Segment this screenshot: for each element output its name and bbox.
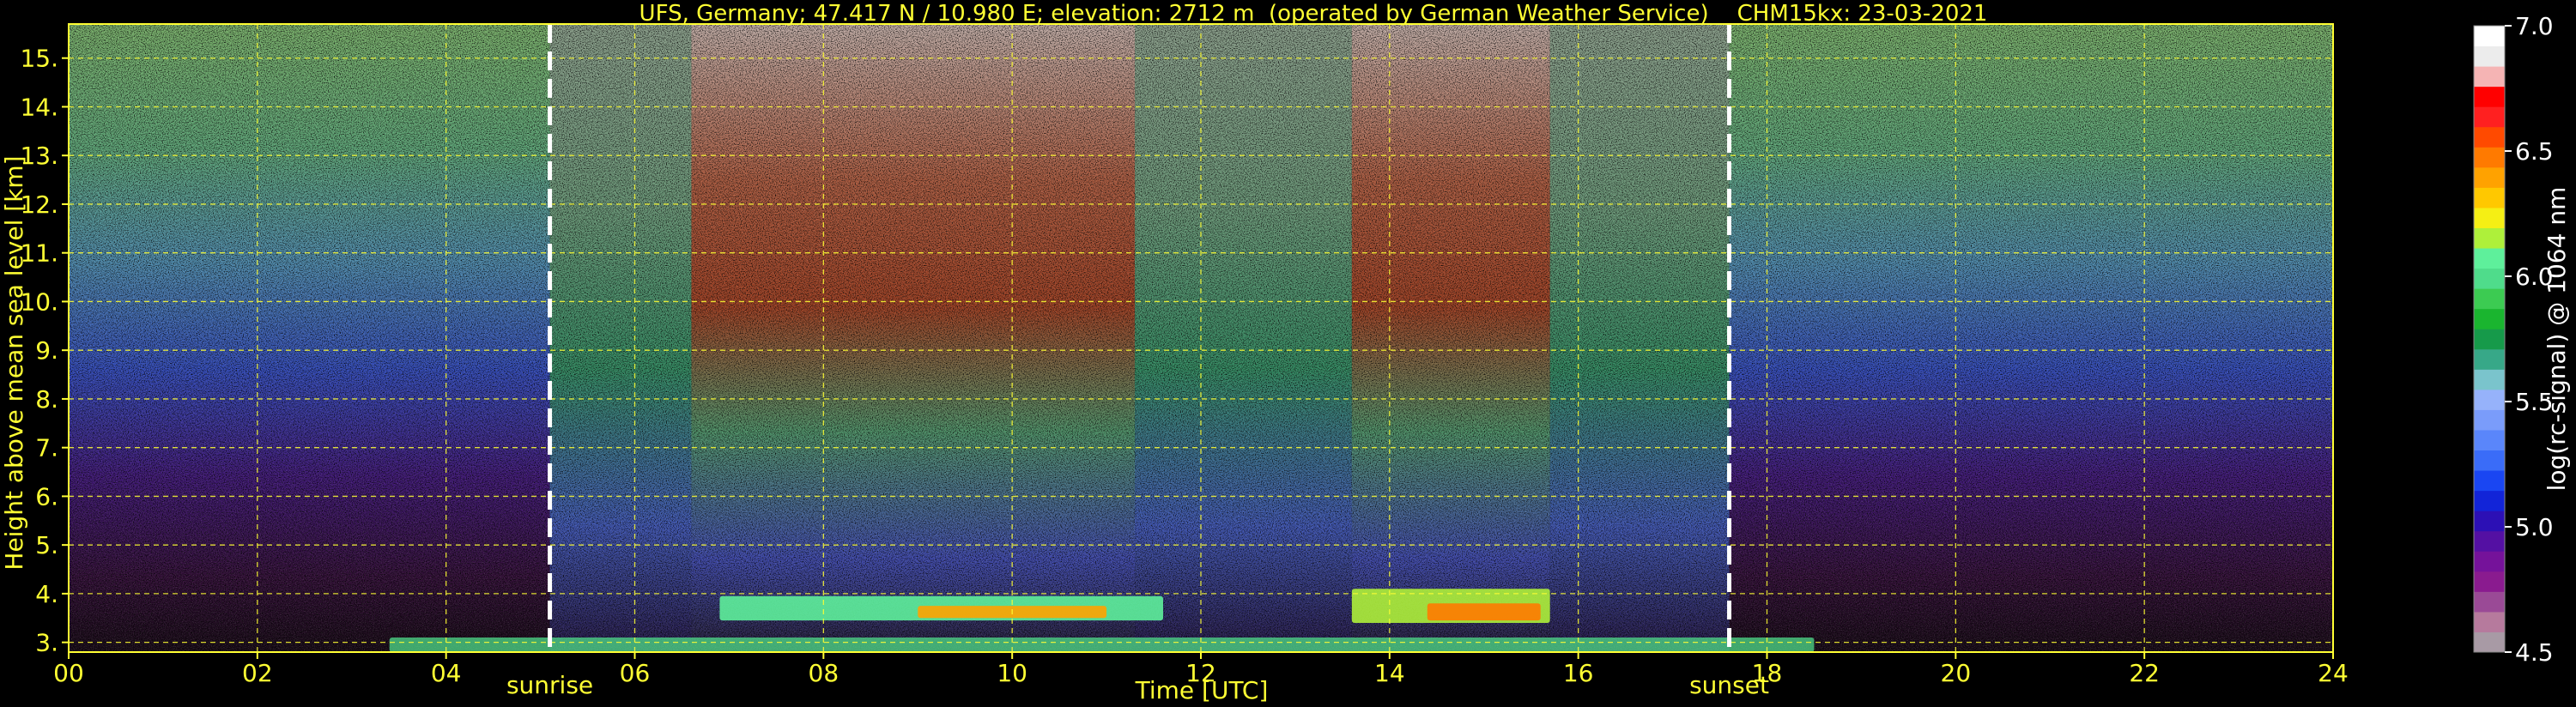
colorbar-cell	[2474, 591, 2505, 613]
chart-title: UFS, Germany; 47.417 N / 10.980 E; eleva…	[639, 1, 1988, 27]
colorbar-cell	[2474, 571, 2505, 592]
colorbar: 4.55.05.56.06.57.0 log(rc-signal) @ 1064…	[2473, 12, 2571, 667]
sunrise-label: sunrise	[506, 671, 593, 699]
colorbar-cell	[2474, 248, 2505, 269]
colorbar-cell	[2474, 227, 2505, 249]
signal-region-cloud_core	[1427, 603, 1541, 621]
y-axis-label: Height above mean sea level [km]	[0, 155, 28, 570]
plot-area: sunrise sunset	[68, 23, 2334, 699]
colorbar-tick-label: 6.5	[2515, 137, 2554, 166]
colorbar-cell	[2474, 166, 2505, 188]
x-tick-label: 24	[2318, 659, 2349, 687]
y-tick-label: 7.	[35, 434, 58, 462]
y-tick-label: 14.	[20, 93, 58, 121]
colorbar-cell	[2474, 429, 2505, 451]
colorbar-cell	[2474, 329, 2505, 350]
colorbar-cell	[2474, 611, 2505, 632]
colorbar-cell	[2474, 268, 2505, 289]
colorbar-cell	[2474, 308, 2505, 329]
x-tick-label: 04	[431, 659, 462, 687]
y-tick-label: 5.	[35, 531, 58, 559]
y-tick-label: 6.	[35, 482, 58, 511]
x-tick-label: 02	[242, 659, 273, 687]
x-axis-label: Time [UTC]	[1135, 676, 1269, 704]
colorbar-tick-label: 5.0	[2515, 513, 2554, 541]
signal-region-boundary_layer	[389, 637, 1815, 652]
x-tick-label: 16	[1563, 659, 1594, 687]
colorbar-cell	[2474, 207, 2505, 228]
colorbar-cell	[2474, 369, 2505, 390]
x-tick-label: 20	[1941, 659, 1972, 687]
y-tick-label: 9.	[35, 336, 58, 365]
colorbar-cell	[2474, 45, 2505, 67]
y-tick-label: 4.	[35, 580, 58, 608]
colorbar-cell	[2474, 631, 2505, 653]
colorbar-label: log(rc-signal) @ 1064 nm	[2543, 187, 2571, 492]
x-tick-label: 18	[1752, 659, 1783, 687]
colorbar-cell	[2474, 490, 2505, 511]
colorbar-tick-label: 7.0	[2515, 12, 2554, 40]
colorbar-cell	[2474, 551, 2505, 572]
colorbar-cell	[2474, 26, 2505, 47]
x-tick-label: 10	[997, 659, 1027, 687]
colorbar-cell	[2474, 106, 2505, 128]
colorbar-cell	[2474, 530, 2505, 552]
x-tick-label: 14	[1374, 659, 1405, 687]
colorbar-cell	[2474, 126, 2505, 148]
colorbar-cell	[2474, 288, 2505, 310]
colorbar-cell	[2474, 389, 2505, 410]
colorbar-cell	[2474, 409, 2505, 431]
colorbar-cell	[2474, 450, 2505, 471]
colorbar-cell	[2474, 470, 2505, 492]
ceilometer-chart: sunrise sunset 00 02 04 06 08 10 12 14 16 18 20 22 24…	[0, 1, 2571, 704]
x-tick-label: 22	[2129, 659, 2160, 687]
colorbar-tick-label: 4.5	[2515, 638, 2554, 667]
colorbar-cell	[2474, 66, 2505, 88]
colorbar-cell	[2474, 86, 2505, 107]
colorbar-cell	[2474, 348, 2505, 370]
x-tick-label: 08	[809, 659, 839, 687]
y-tick-label: 15.	[20, 45, 58, 73]
y-tick-label: 3.	[35, 629, 58, 657]
colorbar-cell	[2474, 147, 2505, 168]
colorbar-cell	[2474, 187, 2505, 208]
y-tick-label: 8.	[35, 385, 58, 414]
colorbar-cell	[2474, 511, 2505, 532]
x-tick-label: 00	[53, 659, 84, 687]
colorbar-cells	[2473, 25, 2506, 653]
x-tick-label: 06	[620, 659, 651, 687]
